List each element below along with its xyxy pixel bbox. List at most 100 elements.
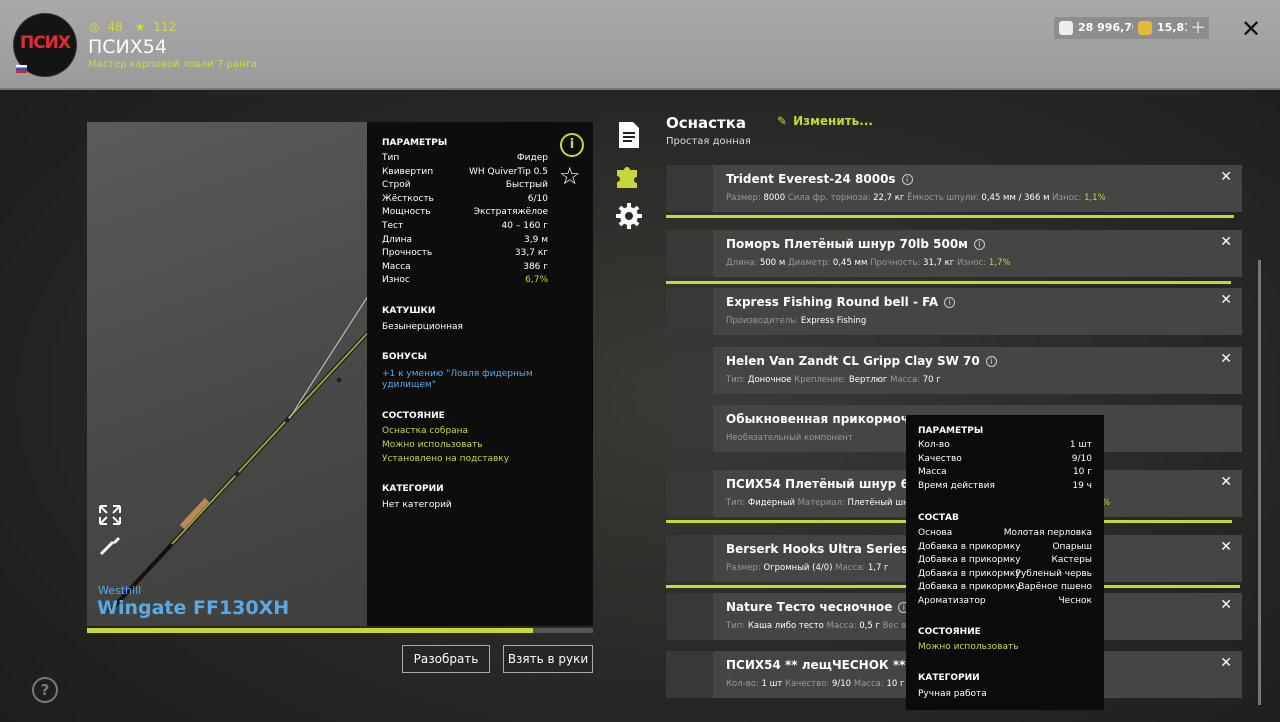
tooltip-row: Добавка в прикормку Рубленый червь xyxy=(918,569,1092,581)
gear-tab-icon[interactable] xyxy=(614,201,644,231)
item-thumbnail xyxy=(666,470,713,517)
stat-stars: 112 xyxy=(153,20,177,34)
detail-label: Тип: xyxy=(726,375,748,385)
remove-item-icon[interactable]: ✕ xyxy=(1220,292,1232,308)
tackle-title: Оснастка xyxy=(666,114,747,132)
rod-param-row: Тест 40 – 160 г xyxy=(382,221,548,234)
remove-item-icon[interactable]: ✕ xyxy=(1220,655,1232,671)
item-info-icon[interactable]: i xyxy=(985,356,997,367)
detail-value: Фидерный xyxy=(747,498,795,508)
detail-label: Размер: xyxy=(726,563,764,573)
detail-value: 1,7% xyxy=(988,258,1011,268)
rod-param-value: WH QuiverTip 0.5 xyxy=(469,166,548,177)
tackle-item[interactable]: Express Fishing Round bell - FA i Производ… xyxy=(666,288,1242,335)
russia-flag-icon xyxy=(16,65,27,73)
document-tab-icon[interactable] xyxy=(617,121,641,149)
rod-state-title: СОСТОЯНИЕ xyxy=(382,411,445,421)
detail-value: 0,45 мм xyxy=(832,258,868,268)
item-details: Тип: Фидерный Материал: Плетёный шн xyxy=(726,498,909,508)
stat-coins: 48 xyxy=(107,20,123,34)
silver-value: 28 996,70 xyxy=(1078,21,1140,34)
rod-param-label: Износ xyxy=(382,275,410,286)
expand-icon[interactable] xyxy=(98,504,122,526)
tooltip-value: 1 шт xyxy=(1069,440,1092,450)
detail-value: 10 г xyxy=(886,679,905,689)
add-currency-button[interactable]: + xyxy=(1187,17,1209,39)
tackle-item[interactable]: Trident Everest-24 8000s i Размер: 8000 Си… xyxy=(666,165,1242,212)
rod-param-label: Тип xyxy=(382,153,400,163)
item-name-text: Обыкновенная прикормочн xyxy=(726,412,918,426)
tackle-subtitle: Простая донная xyxy=(666,136,751,147)
rod-image xyxy=(107,296,367,614)
remove-item-icon[interactable]: ✕ xyxy=(1220,234,1232,250)
edit-tackle-button[interactable]: ✎ Изменить... xyxy=(777,114,873,128)
disassemble-button[interactable]: Разобрать xyxy=(402,645,490,673)
remove-item-icon[interactable]: ✕ xyxy=(1220,474,1232,490)
item-details: Необязательный компонент xyxy=(726,433,853,443)
tooltip-value: Молотая перловка xyxy=(1003,528,1092,538)
tooltip-label: Добавка в прикормку xyxy=(918,568,1021,579)
tooltip-label: Добавка в прикормку xyxy=(918,582,1021,592)
info-icon[interactable]: i xyxy=(560,133,584,157)
rod-param-row: Квивертип WH QuiverTip 0.5 xyxy=(382,167,548,180)
tooltip-label: Ароматизатор xyxy=(918,595,986,606)
tooltip-label: Время действия xyxy=(918,480,995,491)
avatar-logo: ПСИХ xyxy=(19,33,71,53)
detail-label: Размер: xyxy=(726,193,764,203)
tooltip-row: Добавка в прикормку Опарыш xyxy=(918,542,1092,554)
item-name: Обыкновенная прикормочн xyxy=(726,412,917,426)
item-name-text: Berserk Hooks Ultra Series S4/ xyxy=(726,542,934,556)
item-details: Размер: 8000 Сила фр. тормоза: 22,7 кг Ё… xyxy=(726,193,1106,203)
tooltip-label: Качество xyxy=(918,453,962,464)
item-thumbnail xyxy=(666,347,713,394)
rod-param-row: Жёсткость 6/10 xyxy=(382,194,548,207)
item-name: ПСИХ54 ** лещЧЕСНОК **i xyxy=(726,658,923,672)
tooltip-label: Кол-во xyxy=(918,440,950,450)
repair-icon[interactable] xyxy=(98,534,122,556)
item-info-icon[interactable]: i xyxy=(973,239,985,250)
item-name-text: Trident Everest-24 8000s xyxy=(726,172,896,186)
close-icon[interactable]: ✕ xyxy=(1238,16,1264,42)
tooltip-state-value: Можно использовать xyxy=(918,642,1019,652)
tooltip-value: Опарыш xyxy=(1052,541,1092,552)
item-info-icon[interactable]: i xyxy=(901,174,913,185)
tooltip-label: Основа xyxy=(918,528,953,538)
rod-categories-value: Нет категорий xyxy=(382,500,452,510)
item-details: Тип: Доночное Крепление: Вертлюг Масса: … xyxy=(726,375,941,385)
detail-label: Сила фр. тормоза: xyxy=(785,193,874,203)
puzzle-tab-icon[interactable] xyxy=(614,161,644,191)
detail-value: 70 г xyxy=(922,375,941,385)
tackle-item[interactable]: Helen Van Zandt CL Gripp Clay SW 70 i Тип:… xyxy=(666,347,1242,394)
player-stats: ◎ 48 ★ 112 xyxy=(89,20,184,34)
tackle-item[interactable]: Поморъ Плетёный шнур 70lb 500м i Длина: 50… xyxy=(666,230,1242,277)
remove-item-icon[interactable]: ✕ xyxy=(1220,169,1232,185)
rod-brand: Westhill xyxy=(98,584,142,597)
tooltip-state-title: СОСТОЯНИЕ xyxy=(918,627,981,637)
tooltip-categories-title: КАТЕГОРИИ xyxy=(918,673,980,683)
remove-item-icon[interactable]: ✕ xyxy=(1220,351,1232,367)
rod-state-assembled: Оснастка собрана xyxy=(382,426,469,436)
detail-label: Износ: xyxy=(1049,193,1085,203)
help-icon[interactable]: ? xyxy=(32,677,58,703)
rod-param-value: 6,7% xyxy=(525,275,548,286)
scrollbar[interactable] xyxy=(1258,260,1261,705)
tooltip-value: Рубленый червь xyxy=(1015,568,1092,579)
detail-value: Вертлюг xyxy=(848,375,888,385)
item-info-icon[interactable]: i xyxy=(944,297,956,308)
tooltip-row: Добавка в прикормку Варёное пшено xyxy=(918,582,1092,594)
tooltip-row: Добавка в прикормку Кастеры xyxy=(918,555,1092,567)
player-title: Мастер карповой ловли 7 ранга xyxy=(88,59,258,70)
detail-value: 9/10 xyxy=(831,679,852,689)
silver-coins-icon xyxy=(1059,21,1073,35)
detail-value: 8000 xyxy=(763,193,786,203)
tooltip-value: Чеснок xyxy=(1058,595,1092,606)
bonus-line2: удилищем" xyxy=(382,380,436,390)
item-details: Длина: 500 м Диаметр: 0,45 мм Прочность:… xyxy=(726,258,1010,268)
remove-item-icon[interactable]: ✕ xyxy=(1220,597,1232,613)
rod-param-value: 3,9 м xyxy=(524,234,548,245)
favorite-star-icon[interactable]: ☆ xyxy=(559,162,581,190)
take-in-hands-button[interactable]: Взять в руки xyxy=(503,645,593,673)
detail-label: Масса: xyxy=(851,679,887,689)
remove-item-icon[interactable]: ✕ xyxy=(1220,539,1232,555)
reels-title: КАТУШКИ xyxy=(382,306,436,316)
